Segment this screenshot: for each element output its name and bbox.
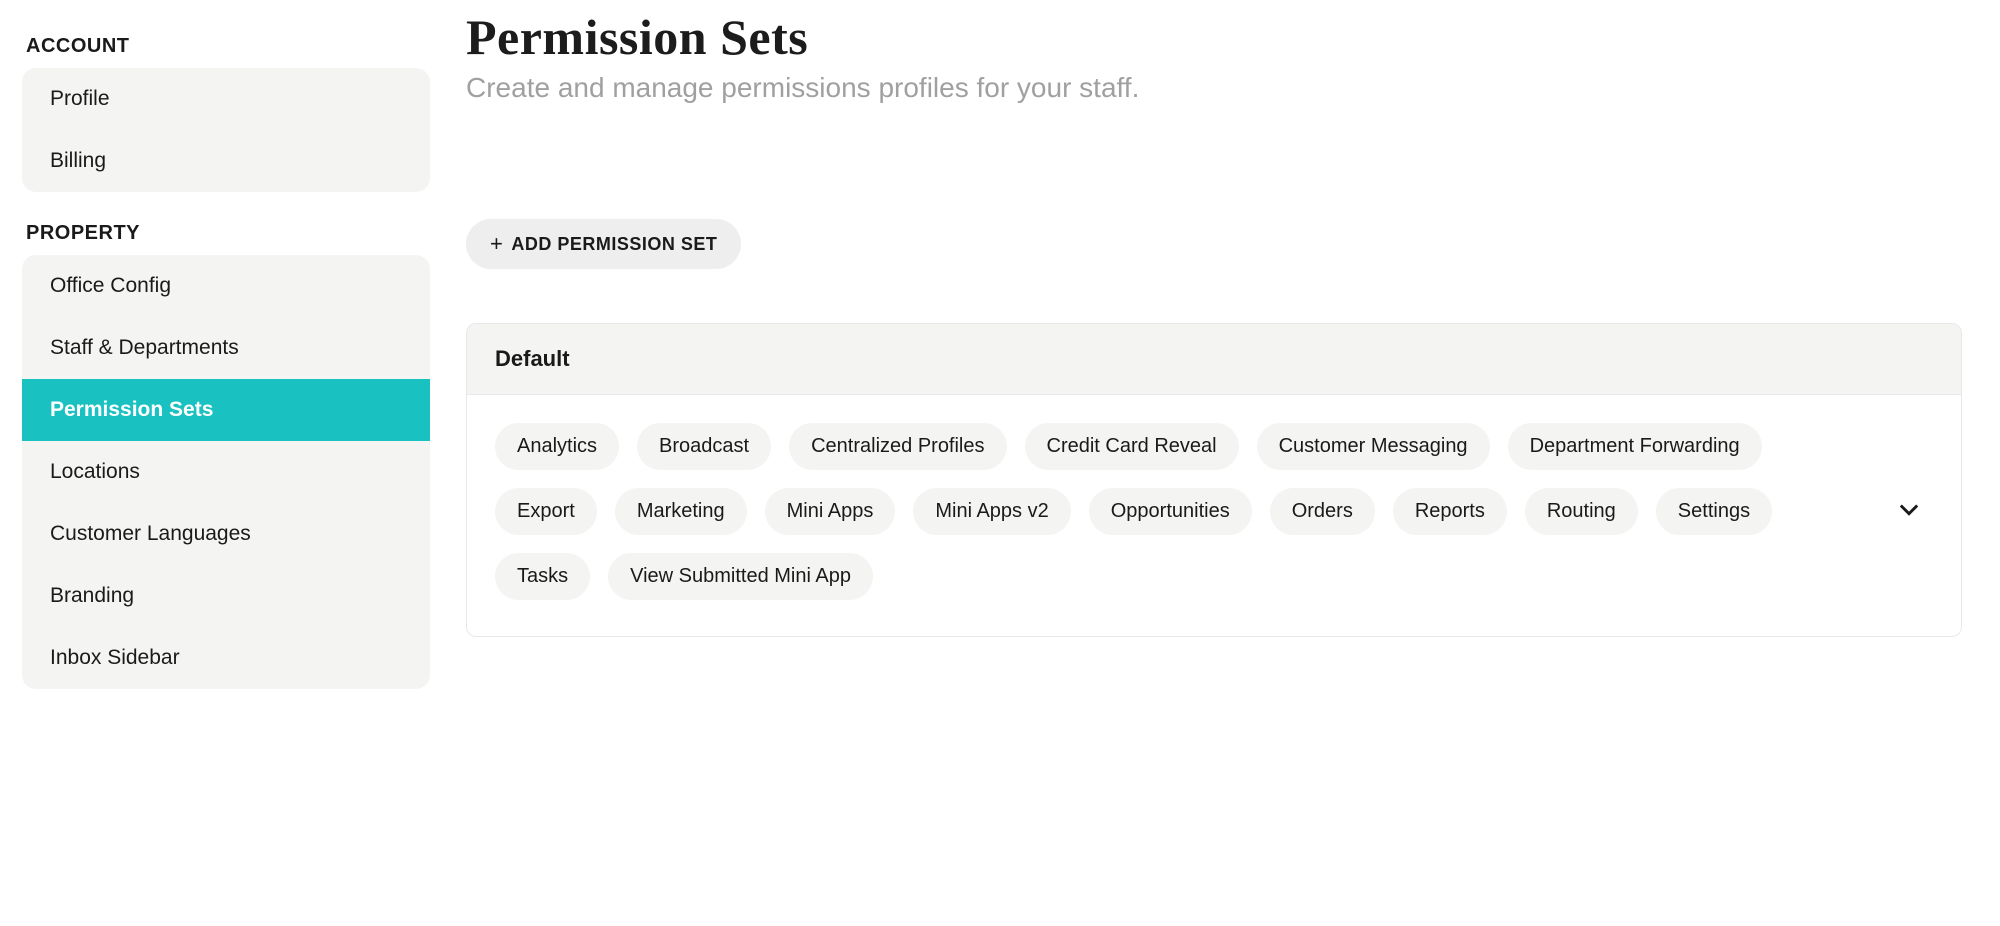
sidebar-section-property: PROPERTY Office Config Staff & Departmen… xyxy=(22,222,430,689)
permission-pill: Routing xyxy=(1525,488,1638,535)
expand-toggle[interactable] xyxy=(1885,485,1933,538)
permission-set-name: Default xyxy=(467,324,1961,395)
sidebar-item-inbox-sidebar[interactable]: Inbox Sidebar xyxy=(22,627,430,689)
page-subtitle: Create and manage permissions profiles f… xyxy=(466,72,1970,104)
sidebar-section-label: PROPERTY xyxy=(22,222,430,245)
permission-pill: View Submitted Mini App xyxy=(608,553,873,600)
sidebar-group-property: Office Config Staff & Departments Permis… xyxy=(22,255,430,689)
sidebar-item-branding[interactable]: Branding xyxy=(22,565,430,627)
add-permission-set-button[interactable]: + ADD PERMISSION SET xyxy=(466,219,741,269)
permission-pill: Broadcast xyxy=(637,423,771,470)
sidebar: ACCOUNT Profile Billing PROPERTY Office … xyxy=(0,0,430,926)
plus-icon: + xyxy=(490,233,503,255)
sidebar-item-billing[interactable]: Billing xyxy=(22,130,430,192)
permission-pill: Centralized Profiles xyxy=(789,423,1006,470)
sidebar-section-account: ACCOUNT Profile Billing xyxy=(22,35,430,192)
permission-pills: Analytics Broadcast Centralized Profiles… xyxy=(495,423,1865,600)
sidebar-group-account: Profile Billing xyxy=(22,68,430,192)
permission-pill: Department Forwarding xyxy=(1508,423,1762,470)
sidebar-item-office-config[interactable]: Office Config xyxy=(22,255,430,317)
sidebar-item-profile[interactable]: Profile xyxy=(22,68,430,130)
permission-pill: Credit Card Reveal xyxy=(1025,423,1239,470)
permission-pill: Orders xyxy=(1270,488,1375,535)
main-content: Permission Sets Create and manage permis… xyxy=(430,0,2000,926)
sidebar-section-label: ACCOUNT xyxy=(22,35,430,58)
permission-pill: Opportunities xyxy=(1089,488,1252,535)
permission-pill: Tasks xyxy=(495,553,590,600)
permission-pill: Export xyxy=(495,488,597,535)
sidebar-item-locations[interactable]: Locations xyxy=(22,441,430,503)
permission-set-body: Analytics Broadcast Centralized Profiles… xyxy=(467,395,1961,636)
permission-pill: Customer Messaging xyxy=(1257,423,1490,470)
permission-pill: Marketing xyxy=(615,488,747,535)
permission-set-card: Default Analytics Broadcast Centralized … xyxy=(466,323,1962,637)
chevron-down-icon xyxy=(1895,510,1923,527)
permission-pill: Settings xyxy=(1656,488,1772,535)
page-title: Permission Sets xyxy=(466,8,1970,66)
sidebar-item-staff-departments[interactable]: Staff & Departments xyxy=(22,317,430,379)
permission-pill: Mini Apps v2 xyxy=(913,488,1070,535)
sidebar-item-permission-sets[interactable]: Permission Sets xyxy=(22,379,430,441)
sidebar-item-customer-languages[interactable]: Customer Languages xyxy=(22,503,430,565)
add-permission-set-label: ADD PERMISSION SET xyxy=(511,234,717,255)
permission-pill: Analytics xyxy=(495,423,619,470)
permission-pill: Mini Apps xyxy=(765,488,896,535)
permission-pill: Reports xyxy=(1393,488,1507,535)
